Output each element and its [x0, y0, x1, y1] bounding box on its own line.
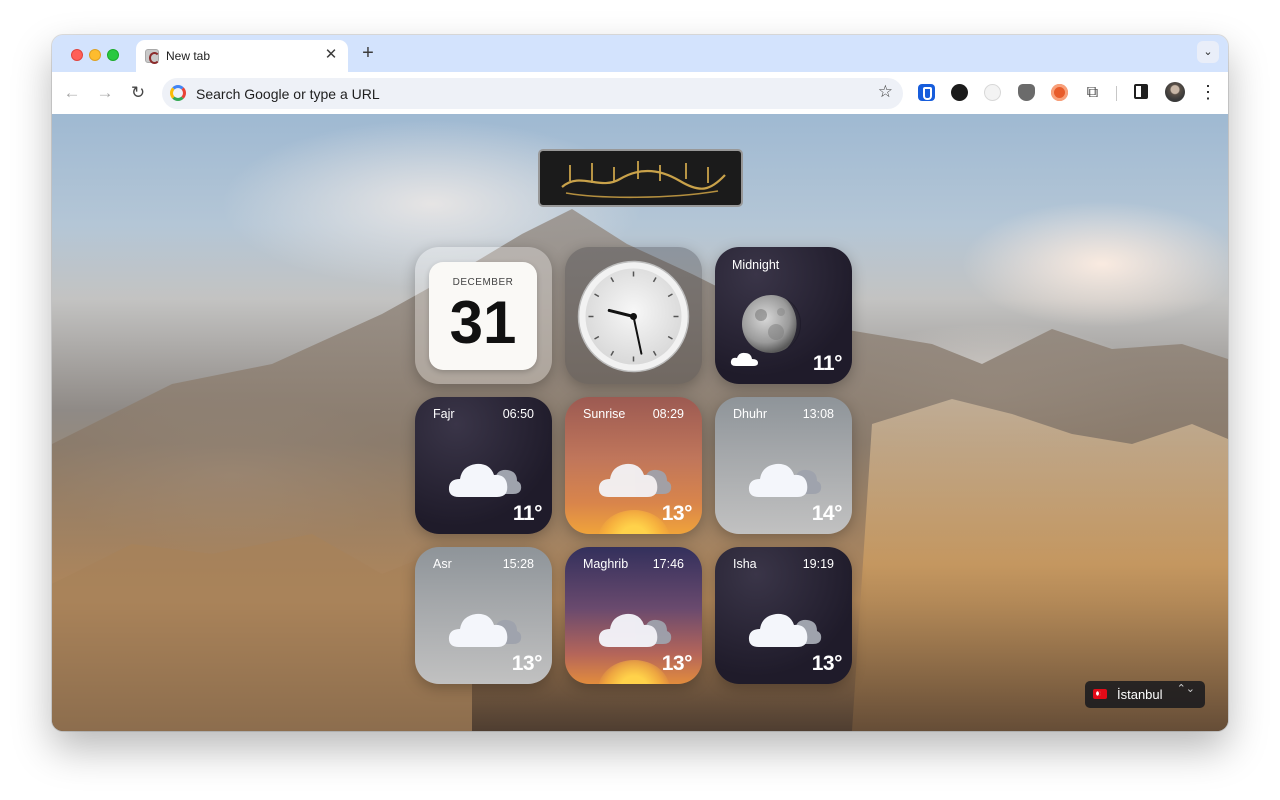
- browser-toolbar: ← → ↻ Search Google or type a URL ☆ ⧉ ⋮: [52, 72, 1228, 114]
- prayer-temp: 13°: [661, 652, 693, 675]
- profile-avatar[interactable]: [1165, 82, 1185, 102]
- window-close-icon[interactable]: [71, 49, 83, 61]
- prayer-name: Dhuhr: [733, 407, 768, 421]
- moon-widget-label: Midnight: [732, 258, 780, 272]
- tab-title: New tab: [166, 49, 211, 63]
- new-tab-button[interactable]: +: [357, 42, 379, 64]
- bismillah-calligraphy: [538, 149, 743, 207]
- moon-widget-temp: 11°: [812, 352, 843, 375]
- calendar-month: DECEMBER: [452, 277, 514, 288]
- prayer-time: 15:28: [502, 557, 534, 571]
- prayer-tile-dhuhr[interactable]: Dhuhr 13:08 14°: [715, 397, 852, 534]
- prayer-time: 13:08: [802, 407, 834, 421]
- prayer-temp: 13°: [811, 652, 843, 675]
- moon-widget[interactable]: Midnight 11°: [715, 247, 852, 384]
- turkey-flag-icon: [1093, 689, 1107, 699]
- prayer-name: Maghrib: [583, 557, 629, 571]
- analog-clock: [577, 260, 690, 373]
- window-maximize-icon[interactable]: [107, 49, 119, 61]
- google-icon: [170, 85, 186, 101]
- prayer-time: 17:46: [652, 557, 684, 571]
- tab-new-tab[interactable]: New tab ✕: [136, 40, 348, 73]
- browser-menu-button[interactable]: ⋮: [1199, 80, 1217, 104]
- prayer-name: Asr: [433, 557, 452, 571]
- back-button[interactable]: ←: [61, 82, 83, 104]
- toolbar-divider: [1116, 86, 1117, 101]
- github-extension-icon[interactable]: [951, 84, 968, 101]
- browser-window: New tab ✕ + ⌄ ← → ↻ Search Google or typ…: [52, 35, 1228, 731]
- cloud-icon: [448, 463, 522, 497]
- calendar-widget[interactable]: DECEMBER 31: [415, 247, 552, 384]
- bitwarden-extension-icon[interactable]: [918, 84, 935, 101]
- prayer-time: 06:50: [502, 407, 534, 421]
- small-cloud-icon: [730, 352, 758, 366]
- moon-extension-icon[interactable]: [984, 84, 1001, 101]
- target-extension-icon[interactable]: [1051, 84, 1068, 101]
- ublock-extension-icon[interactable]: [1018, 84, 1035, 101]
- sun-glow: [598, 660, 670, 684]
- prayer-tile-asr[interactable]: Asr 15:28 13°: [415, 547, 552, 684]
- tab-strip: New tab ✕ + ⌄: [52, 35, 1228, 73]
- address-bar-placeholder: Search Google or type a URL: [196, 86, 380, 102]
- sun-glow: [598, 510, 670, 534]
- prayer-time: 08:29: [652, 407, 684, 421]
- prayer-tile-sunrise[interactable]: Sunrise 08:29 13°: [565, 397, 702, 534]
- bookmark-star-icon[interactable]: ☆: [878, 82, 893, 102]
- extensions-puzzle-icon[interactable]: ⧉: [1084, 84, 1101, 101]
- side-panel-icon[interactable]: [1134, 84, 1148, 99]
- prayer-tile-maghrib[interactable]: Maghrib 17:46 13°: [565, 547, 702, 684]
- tab-favicon-icon: [145, 49, 160, 64]
- prayer-tile-isha[interactable]: Isha 19:19 13°: [715, 547, 852, 684]
- updown-chevron-icon: ⌃⌄: [1176, 683, 1195, 695]
- prayer-name: Fajr: [433, 407, 455, 421]
- location-selector[interactable]: İstanbul ⌃⌄: [1085, 681, 1205, 708]
- prayer-temp: 13°: [661, 502, 693, 525]
- widget-grid: DECEMBER 31 Midnight 11° Fajr 06:50 11° …: [415, 247, 853, 685]
- prayer-temp: 14°: [811, 502, 843, 525]
- tab-search-button[interactable]: ⌄: [1197, 41, 1219, 63]
- reload-button[interactable]: ↻: [127, 82, 149, 104]
- calendar-day: 31: [449, 289, 517, 356]
- tab-close-icon[interactable]: ✕: [322, 46, 340, 64]
- cloud-icon: [448, 613, 522, 647]
- clock-widget[interactable]: [565, 247, 702, 384]
- prayer-tile-fajr[interactable]: Fajr 06:50 11°: [415, 397, 552, 534]
- cloud-icon: [598, 463, 672, 497]
- calendar-card: DECEMBER 31: [429, 262, 537, 370]
- prayer-time: 19:19: [802, 557, 834, 571]
- prayer-name: Isha: [733, 557, 757, 571]
- prayer-temp: 11°: [512, 502, 543, 525]
- location-city: İstanbul: [1117, 687, 1163, 702]
- cloud-icon: [598, 613, 672, 647]
- prayer-name: Sunrise: [583, 407, 626, 421]
- forward-button[interactable]: →: [94, 82, 116, 104]
- window-minimize-icon[interactable]: [89, 49, 101, 61]
- cloud-icon: [748, 463, 822, 497]
- cloud-icon: [748, 613, 822, 647]
- address-bar[interactable]: Search Google or type a URL ☆: [162, 78, 903, 109]
- prayer-temp: 13°: [511, 652, 543, 675]
- new-tab-page: DECEMBER 31 Midnight 11° Fajr 06:50 11° …: [52, 114, 1228, 731]
